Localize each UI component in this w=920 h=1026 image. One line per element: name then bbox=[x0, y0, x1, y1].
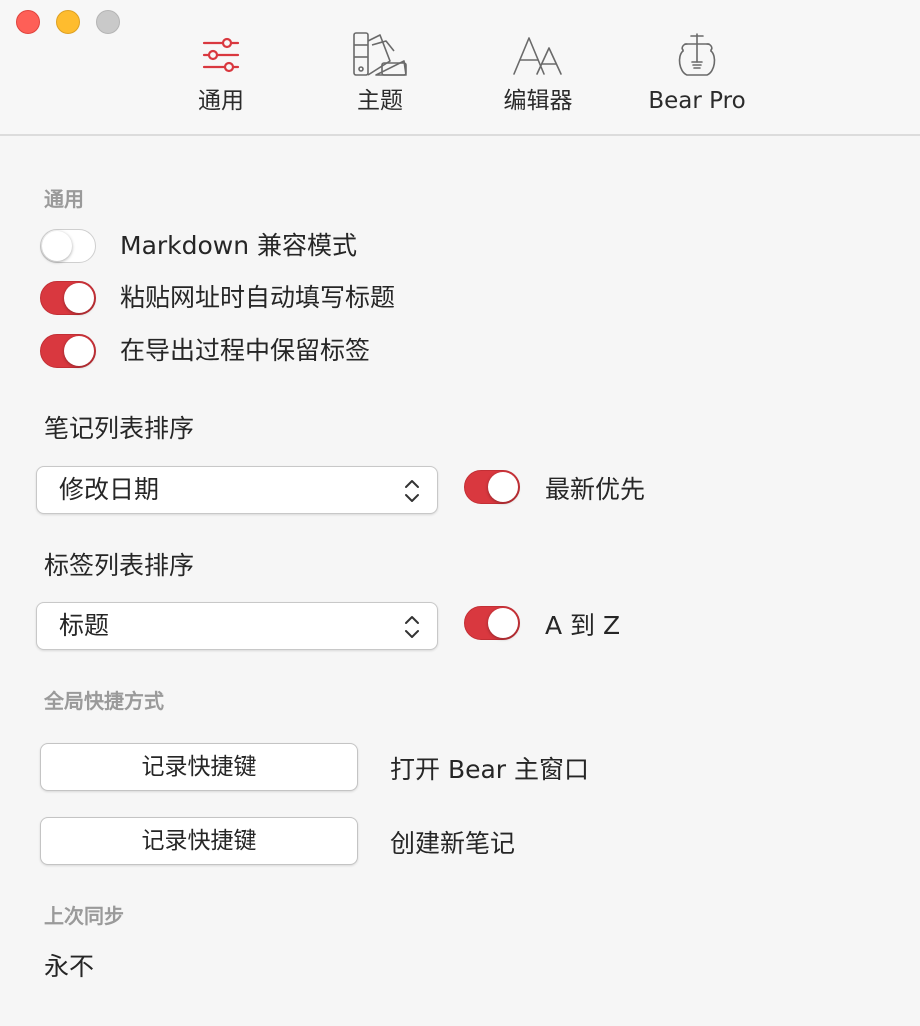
tab-editor[interactable]: 编辑器 bbox=[468, 30, 608, 126]
tab-theme[interactable]: 主题 bbox=[310, 30, 450, 126]
auto-fill-title-toggle[interactable] bbox=[40, 281, 96, 315]
toggle-knob bbox=[64, 283, 94, 313]
zoom-window-button[interactable] bbox=[96, 10, 120, 34]
note-sort-select[interactable]: 修改日期 bbox=[36, 466, 438, 514]
preferences-window: 通用 主题 编辑器 Bear Pro 通用 Markdown 兼容模式 粘贴网址… bbox=[0, 0, 920, 1026]
note-sort-heading: 笔记列表排序 bbox=[44, 414, 195, 443]
chevron-updown-icon bbox=[405, 480, 419, 502]
toggle-knob bbox=[42, 231, 72, 261]
markdown-compat-toggle[interactable] bbox=[40, 229, 96, 263]
minimize-window-button[interactable] bbox=[56, 10, 80, 34]
chevron-updown-icon bbox=[405, 616, 419, 638]
section-label-last-sync: 上次同步 bbox=[44, 904, 124, 928]
tab-general[interactable]: 通用 bbox=[151, 30, 291, 126]
last-sync-value: 永不 bbox=[44, 952, 95, 981]
tab-editor-label: 编辑器 bbox=[503, 88, 573, 114]
newest-first-toggle[interactable] bbox=[464, 470, 520, 504]
shortcut-new-note-label: 创建新笔记 bbox=[390, 829, 516, 858]
tag-sort-heading: 标签列表排序 bbox=[44, 551, 195, 580]
auto-fill-title-label: 粘贴网址时自动填写标题 bbox=[120, 283, 396, 312]
section-label-general: 通用 bbox=[44, 187, 84, 211]
keep-tags-export-toggle[interactable] bbox=[40, 334, 96, 368]
a-to-z-label: A 到 Z bbox=[545, 611, 621, 640]
honey-jar-icon bbox=[627, 30, 767, 80]
newest-first-label: 最新优先 bbox=[545, 475, 646, 504]
record-shortcut-new-note-button[interactable]: 记录快捷键 bbox=[40, 817, 358, 865]
shortcut-main-window-label: 打开 Bear 主窗口 bbox=[390, 755, 590, 784]
tab-bear-pro[interactable]: Bear Pro bbox=[627, 30, 767, 126]
tag-sort-selected-value: 标题 bbox=[59, 611, 110, 640]
toggle-knob bbox=[64, 336, 94, 366]
close-window-button[interactable] bbox=[16, 10, 40, 34]
toggle-knob bbox=[488, 608, 518, 638]
sliders-icon bbox=[151, 30, 291, 80]
tab-theme-label: 主题 bbox=[357, 88, 403, 114]
toggle-knob bbox=[488, 472, 518, 502]
a-to-z-toggle[interactable] bbox=[464, 606, 520, 640]
swatches-icon bbox=[310, 30, 450, 80]
tag-sort-select[interactable]: 标题 bbox=[36, 602, 438, 650]
tab-general-label: 通用 bbox=[198, 88, 244, 114]
keep-tags-export-label: 在导出过程中保留标签 bbox=[120, 336, 371, 365]
tab-bear-pro-label: Bear Pro bbox=[648, 88, 746, 114]
markdown-compat-label: Markdown 兼容模式 bbox=[120, 231, 358, 260]
record-shortcut-main-window-button[interactable]: 记录快捷键 bbox=[40, 743, 358, 791]
toolbar: 通用 主题 编辑器 Bear Pro bbox=[0, 0, 920, 136]
font-icon bbox=[468, 30, 608, 80]
note-sort-selected-value: 修改日期 bbox=[59, 475, 160, 504]
section-label-shortcuts: 全局快捷方式 bbox=[44, 689, 164, 713]
